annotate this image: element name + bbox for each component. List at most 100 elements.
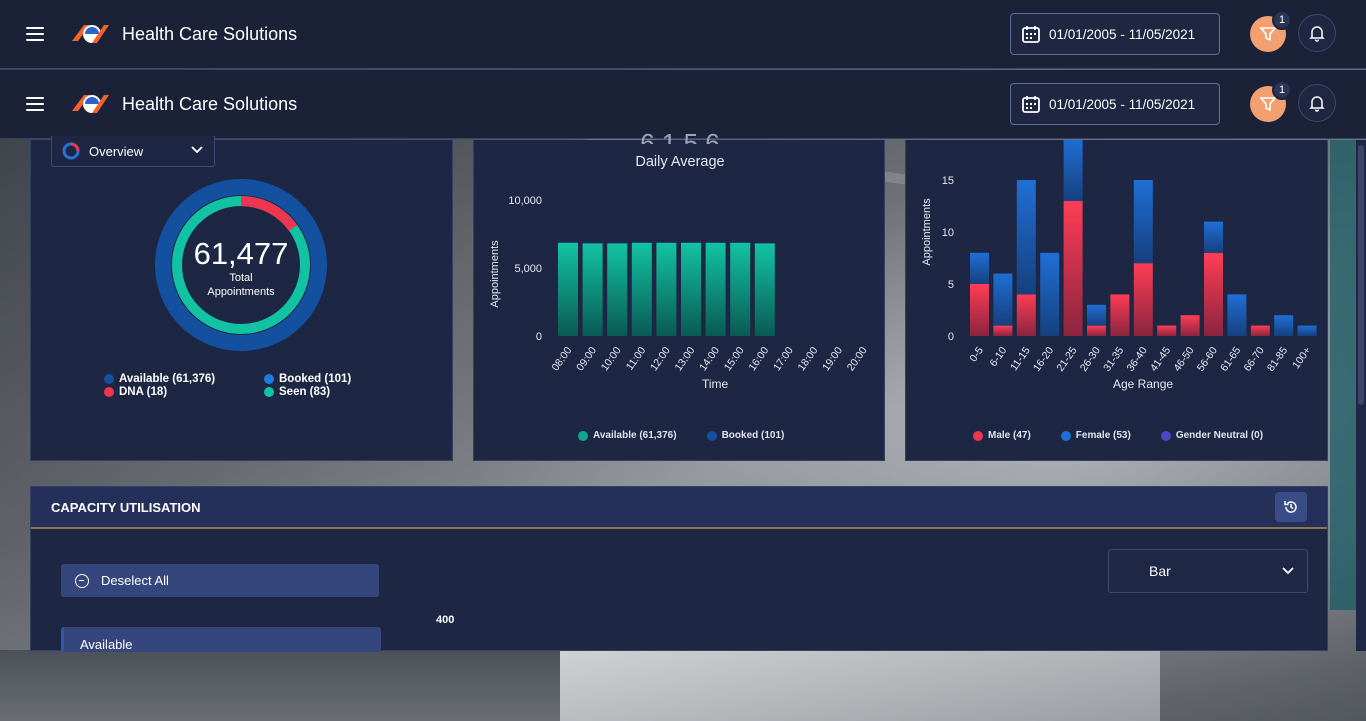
age-range-chart: Appointments 0 5 10 15 0-5 6-1011-1516-2021-2… <box>921 140 1317 374</box>
x-tick-label: 11:00 <box>624 345 649 373</box>
app-title: Health Care Solutions <box>122 93 298 114</box>
x-tick-label: 6-10 <box>987 345 1009 369</box>
legend-available[interactable]: Available (61,376) <box>578 430 677 441</box>
total-label-line2: Appointments <box>207 286 275 298</box>
legend-label: Gender Neutral (0) <box>1175 430 1264 441</box>
x-tick-label: 61-65 <box>1218 345 1243 374</box>
top-header: Health Care Solutions 01/01/2005 - 11/05… <box>0 0 1366 69</box>
menu-icon[interactable] <box>26 27 44 41</box>
minus-circle-icon <box>75 573 89 588</box>
x-tick-label: 0-5 <box>967 345 986 364</box>
bar-female <box>1040 252 1060 336</box>
legend-label: Booked (101) <box>721 430 785 441</box>
x-tick-label: 16:00 <box>746 345 771 374</box>
bar-available <box>705 242 726 336</box>
x-tick-label: 46-50 <box>1171 345 1196 374</box>
x-tick-label: 10:00 <box>599 345 624 374</box>
total-appointments-value: 61,477 <box>193 236 289 271</box>
legend-dot <box>1060 430 1071 441</box>
daily-x-axis-label: Time <box>702 377 729 391</box>
notifications-button[interactable] <box>1298 14 1336 52</box>
legend-booked[interactable]: Booked (101) <box>264 373 404 385</box>
bar-available <box>681 242 701 336</box>
legend-female[interactable]: Female (53) <box>1060 430 1131 441</box>
bar-male <box>1180 315 1200 336</box>
x-tick-label: 08:00 <box>550 345 575 374</box>
legend-seen[interactable]: Seen (83) <box>264 386 404 398</box>
legend-dot <box>706 430 717 441</box>
x-tick-label: 12:00 <box>648 345 673 374</box>
date-range-text: 01/01/2005 - 11/05/2021 <box>1049 26 1196 42</box>
deselect-all-button[interactable]: Deselect All <box>61 564 379 597</box>
bar-male <box>1133 263 1153 336</box>
bar-booked <box>558 242 578 243</box>
x-tick-label: 56-60 <box>1195 345 1220 374</box>
age-x-axis-label: Age Range <box>1113 377 1174 391</box>
bar-female <box>1133 180 1153 264</box>
x-tick-label: 66-70 <box>1242 345 1267 374</box>
bar-available <box>656 242 677 336</box>
bar-available <box>607 243 628 336</box>
legend-gender-neutral[interactable]: Gender Neutral (0) <box>1160 430 1264 441</box>
x-tick-label: 31-35 <box>1101 345 1126 374</box>
capacity-header: CAPACITY UTILISATION <box>31 487 1327 529</box>
app-logo-icon <box>72 95 109 113</box>
bar-male <box>1087 325 1106 336</box>
bar-male <box>993 325 1013 336</box>
capacity-title: CAPACITY UTILISATION <box>51 499 201 515</box>
bar-female <box>1274 315 1294 336</box>
filter-icon <box>1259 97 1277 112</box>
capacity-y-tick: 400 <box>436 614 455 626</box>
chart-type-dropdown[interactable]: Bar <box>1108 549 1308 593</box>
legend-dna[interactable]: DNA (18) <box>104 386 264 398</box>
legend-available[interactable]: Available (61,376) <box>104 373 264 385</box>
bar-female <box>993 273 1013 326</box>
bar-male <box>1157 325 1177 336</box>
bar-female <box>1016 180 1036 295</box>
x-tick-label: 14:00 <box>697 345 722 374</box>
overview-dropdown[interactable]: Overview <box>51 136 215 167</box>
daily-legend: Available (61,376) Booked (101) <box>578 430 784 441</box>
bar-available <box>730 242 751 336</box>
bar-male <box>970 284 989 336</box>
x-tick-label: 15:00 <box>722 345 747 374</box>
x-tick-label: 20:00 <box>845 345 870 374</box>
x-tick-label: 81-85 <box>1265 345 1290 374</box>
y-tick-label: 15 <box>942 175 954 187</box>
bar-female <box>970 252 989 284</box>
bar-booked <box>754 243 775 244</box>
date-range-button[interactable]: 01/01/2005 - 11/05/2021 <box>1010 13 1220 55</box>
history-button[interactable] <box>1275 492 1307 522</box>
notifications-button[interactable] <box>1298 84 1336 122</box>
series-toggle-available[interactable]: Available <box>61 627 381 652</box>
bar-female <box>1297 325 1317 336</box>
bell-icon <box>1309 26 1325 42</box>
x-tick-label: 21-25 <box>1054 345 1079 374</box>
x-tick-label: 17:00 <box>771 345 796 374</box>
menu-icon[interactable] <box>26 97 44 111</box>
legend-male[interactable]: Male (47) <box>973 430 1031 441</box>
calendar-icon <box>1022 96 1040 113</box>
x-tick-label: 100+ <box>1290 345 1313 371</box>
legend-label: Female (53) <box>1075 430 1131 441</box>
scrollbar-thumb[interactable] <box>1358 145 1364 405</box>
legend-booked[interactable]: Booked (101) <box>706 430 785 441</box>
bar-booked <box>705 242 726 243</box>
x-tick-label: 41-45 <box>1148 345 1173 374</box>
chevron-down-icon <box>191 146 203 154</box>
calendar-icon <box>1022 26 1040 43</box>
bar-booked <box>656 242 677 243</box>
legend-dot <box>104 387 114 397</box>
legend-label: Male (47) <box>988 430 1031 441</box>
deselect-all-label: Deselect All <box>101 573 169 588</box>
legend-label: DNA (18) <box>119 386 168 398</box>
capacity-utilisation-panel: CAPACITY UTILISATION Deselect All Bar 40… <box>30 486 1328 652</box>
app-logo-icon <box>72 25 109 43</box>
bar-male <box>1063 200 1083 336</box>
date-range-button[interactable]: 01/01/2005 - 11/05/2021 <box>1010 83 1220 125</box>
x-tick-label: 18:00 <box>796 345 821 374</box>
legend-dot <box>264 374 274 384</box>
bar-booked <box>730 242 751 243</box>
legend-dot <box>104 374 114 384</box>
filter-count-badge: 1 <box>1272 10 1292 30</box>
